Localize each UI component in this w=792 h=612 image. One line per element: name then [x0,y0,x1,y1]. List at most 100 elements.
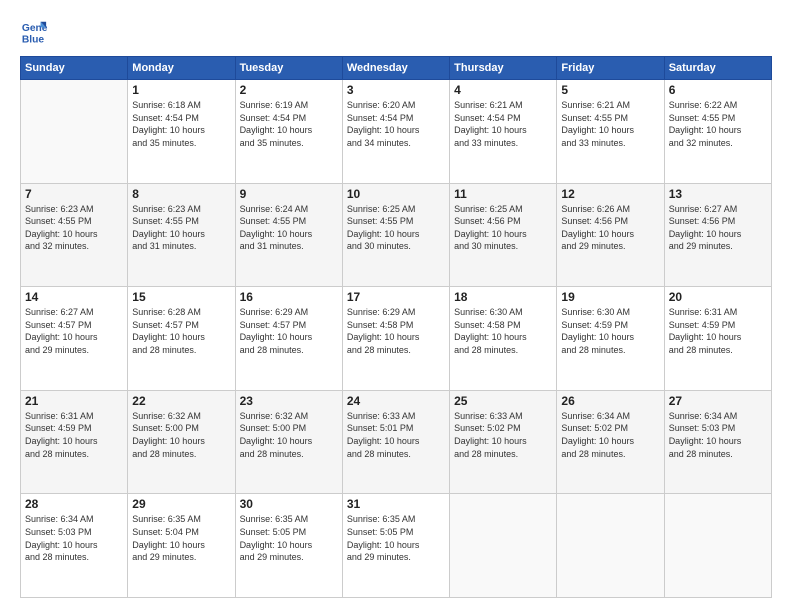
day-number: 8 [132,187,230,201]
calendar-table: SundayMondayTuesdayWednesdayThursdayFrid… [20,56,772,598]
svg-text:Blue: Blue [22,34,45,45]
day-number: 16 [240,290,338,304]
calendar-cell: 10 Sunrise: 6:25 AM Sunset: 4:55 PM Dayli… [342,183,449,287]
day-number: 22 [132,394,230,408]
day-number: 2 [240,83,338,97]
calendar-cell [557,494,664,598]
calendar-cell [450,494,557,598]
day-number: 29 [132,497,230,511]
day-number: 24 [347,394,445,408]
calendar-header-monday: Monday [128,57,235,80]
calendar-cell: 2 Sunrise: 6:19 AM Sunset: 4:54 PM Daylig… [235,80,342,184]
day-number: 21 [25,394,123,408]
day-number: 27 [669,394,767,408]
day-detail: Sunrise: 6:34 AM Sunset: 5:03 PM Dayligh… [25,513,123,563]
calendar-cell: 30 Sunrise: 6:35 AM Sunset: 5:05 PM Dayli… [235,494,342,598]
day-detail: Sunrise: 6:34 AM Sunset: 5:02 PM Dayligh… [561,410,659,460]
day-detail: Sunrise: 6:26 AM Sunset: 4:56 PM Dayligh… [561,203,659,253]
calendar-cell: 27 Sunrise: 6:34 AM Sunset: 5:03 PM Dayli… [664,390,771,494]
day-detail: Sunrise: 6:23 AM Sunset: 4:55 PM Dayligh… [132,203,230,253]
logo-icon: General Blue [20,18,48,46]
calendar-header-friday: Friday [557,57,664,80]
calendar-header-wednesday: Wednesday [342,57,449,80]
day-number: 7 [25,187,123,201]
calendar-cell [21,80,128,184]
calendar-cell: 21 Sunrise: 6:31 AM Sunset: 4:59 PM Dayli… [21,390,128,494]
calendar-header-sunday: Sunday [21,57,128,80]
day-detail: Sunrise: 6:32 AM Sunset: 5:00 PM Dayligh… [240,410,338,460]
day-detail: Sunrise: 6:24 AM Sunset: 4:55 PM Dayligh… [240,203,338,253]
day-number: 9 [240,187,338,201]
calendar-cell: 11 Sunrise: 6:25 AM Sunset: 4:56 PM Dayli… [450,183,557,287]
calendar-header-thursday: Thursday [450,57,557,80]
calendar-cell: 15 Sunrise: 6:28 AM Sunset: 4:57 PM Dayli… [128,287,235,391]
calendar-cell: 26 Sunrise: 6:34 AM Sunset: 5:02 PM Dayli… [557,390,664,494]
calendar-cell: 12 Sunrise: 6:26 AM Sunset: 4:56 PM Dayli… [557,183,664,287]
calendar-week-3: 14 Sunrise: 6:27 AM Sunset: 4:57 PM Dayli… [21,287,772,391]
day-detail: Sunrise: 6:31 AM Sunset: 4:59 PM Dayligh… [669,306,767,356]
day-detail: Sunrise: 6:28 AM Sunset: 4:57 PM Dayligh… [132,306,230,356]
day-number: 10 [347,187,445,201]
day-number: 20 [669,290,767,304]
calendar-cell [664,494,771,598]
calendar-cell: 29Sunrise: 6:35 AM Sunset: 5:04 PM Dayli… [128,494,235,598]
day-detail: Sunrise: 6:21 AM Sunset: 4:55 PM Dayligh… [561,99,659,149]
day-detail: Sunrise: 6:22 AM Sunset: 4:55 PM Dayligh… [669,99,767,149]
day-number: 30 [240,497,338,511]
day-detail: Sunrise: 6:25 AM Sunset: 4:56 PM Dayligh… [454,203,552,253]
calendar-cell: 4 Sunrise: 6:21 AM Sunset: 4:54 PM Daylig… [450,80,557,184]
calendar-cell: 23 Sunrise: 6:32 AM Sunset: 5:00 PM Dayli… [235,390,342,494]
calendar-header-row: SundayMondayTuesdayWednesdayThursdayFrid… [21,57,772,80]
day-detail: Sunrise: 6:20 AM Sunset: 4:54 PM Dayligh… [347,99,445,149]
calendar-week-2: 7 Sunrise: 6:23 AM Sunset: 4:55 PM Daylig… [21,183,772,287]
day-detail: Sunrise: 6:34 AM Sunset: 5:03 PM Dayligh… [669,410,767,460]
day-number: 4 [454,83,552,97]
day-detail: Sunrise: 6:19 AM Sunset: 4:54 PM Dayligh… [240,99,338,149]
day-detail: Sunrise: 6:18 AM Sunset: 4:54 PM Dayligh… [132,99,230,149]
day-detail: Sunrise: 6:35 AM Sunset: 5:05 PM Dayligh… [240,513,338,563]
day-number: 26 [561,394,659,408]
day-detail: Sunrise: 6:23 AM Sunset: 4:55 PM Dayligh… [25,203,123,253]
day-detail: Sunrise: 6:27 AM Sunset: 4:57 PM Dayligh… [25,306,123,356]
calendar-cell: 14 Sunrise: 6:27 AM Sunset: 4:57 PM Dayli… [21,287,128,391]
calendar-cell: 24 Sunrise: 6:33 AM Sunset: 5:01 PM Dayli… [342,390,449,494]
day-number: 31 [347,497,445,511]
day-detail: Sunrise: 6:33 AM Sunset: 5:01 PM Dayligh… [347,410,445,460]
day-detail: Sunrise: 6:30 AM Sunset: 4:59 PM Dayligh… [561,306,659,356]
calendar-cell: 19 Sunrise: 6:30 AM Sunset: 4:59 PM Dayli… [557,287,664,391]
day-detail: Sunrise: 6:29 AM Sunset: 4:58 PM Dayligh… [347,306,445,356]
calendar-week-5: 28 Sunrise: 6:34 AM Sunset: 5:03 PM Dayli… [21,494,772,598]
day-number: 28 [25,497,123,511]
calendar-week-1: 1 Sunrise: 6:18 AM Sunset: 4:54 PM Daylig… [21,80,772,184]
day-number: 12 [561,187,659,201]
day-detail: Sunrise: 6:25 AM Sunset: 4:55 PM Dayligh… [347,203,445,253]
day-number: 1 [132,83,230,97]
header: General Blue [20,18,772,46]
calendar-cell: 5Sunrise: 6:21 AM Sunset: 4:55 PM Daylig… [557,80,664,184]
day-number: 11 [454,187,552,201]
day-number: 19 [561,290,659,304]
logo: General Blue [20,18,52,46]
day-number: 15 [132,290,230,304]
calendar-cell: 25Sunrise: 6:33 AM Sunset: 5:02 PM Dayli… [450,390,557,494]
day-detail: Sunrise: 6:29 AM Sunset: 4:57 PM Dayligh… [240,306,338,356]
day-detail: Sunrise: 6:33 AM Sunset: 5:02 PM Dayligh… [454,410,552,460]
day-number: 17 [347,290,445,304]
page: General Blue SundayMondayTuesdayWednesda… [0,0,792,612]
calendar-header-saturday: Saturday [664,57,771,80]
calendar-cell: 18Sunrise: 6:30 AM Sunset: 4:58 PM Dayli… [450,287,557,391]
calendar-cell: 8 Sunrise: 6:23 AM Sunset: 4:55 PM Daylig… [128,183,235,287]
calendar-cell: 9 Sunrise: 6:24 AM Sunset: 4:55 PM Daylig… [235,183,342,287]
day-detail: Sunrise: 6:30 AM Sunset: 4:58 PM Dayligh… [454,306,552,356]
day-detail: Sunrise: 6:31 AM Sunset: 4:59 PM Dayligh… [25,410,123,460]
calendar-cell: 7 Sunrise: 6:23 AM Sunset: 4:55 PM Daylig… [21,183,128,287]
day-number: 14 [25,290,123,304]
calendar-cell: 1 Sunrise: 6:18 AM Sunset: 4:54 PM Daylig… [128,80,235,184]
calendar-cell: 3Sunrise: 6:20 AM Sunset: 4:54 PM Daylig… [342,80,449,184]
day-number: 23 [240,394,338,408]
calendar-cell: 16 Sunrise: 6:29 AM Sunset: 4:57 PM Dayli… [235,287,342,391]
day-detail: Sunrise: 6:21 AM Sunset: 4:54 PM Dayligh… [454,99,552,149]
day-detail: Sunrise: 6:27 AM Sunset: 4:56 PM Dayligh… [669,203,767,253]
calendar-cell: 6Sunrise: 6:22 AM Sunset: 4:55 PM Daylig… [664,80,771,184]
day-number: 13 [669,187,767,201]
